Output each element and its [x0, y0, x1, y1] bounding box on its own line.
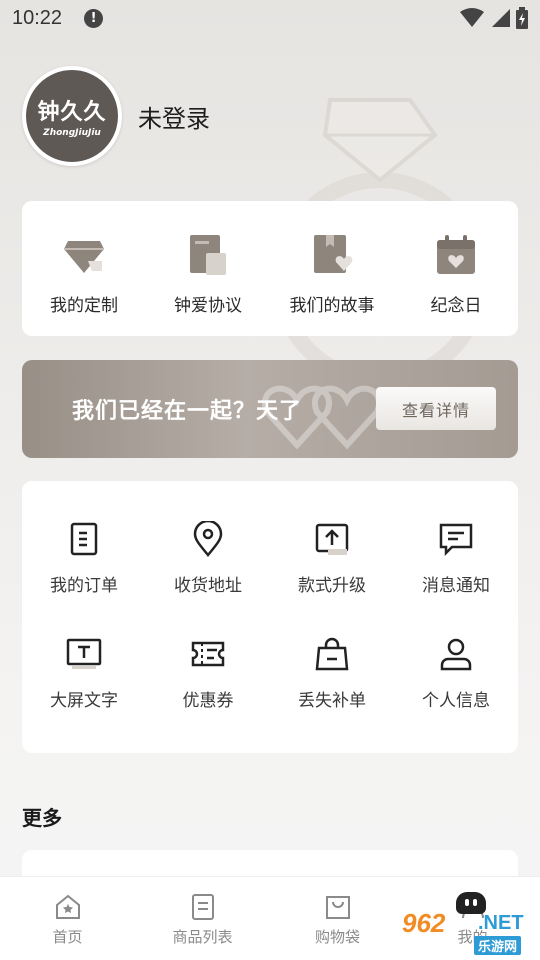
login-status[interactable]: 未登录 — [138, 99, 210, 134]
service-large-text[interactable]: 大屏文字 — [22, 636, 146, 711]
quick-links-card: 我的定制 钟爱协议 我们的故事 纪念日 — [22, 201, 518, 336]
agreement-icon — [190, 235, 226, 275]
tab-label: 商品列表 — [172, 928, 233, 946]
signal-icon — [492, 9, 510, 27]
order-icon — [70, 522, 98, 556]
watermark-sub: 乐游网 — [474, 936, 522, 955]
quick-link-anniversary[interactable]: 纪念日 — [394, 201, 518, 336]
location-pin-icon — [193, 521, 223, 557]
coupon-icon — [191, 641, 225, 667]
service-label: 个人信息 — [422, 691, 490, 711]
story-book-icon — [314, 235, 353, 273]
service-label: 丢失补单 — [298, 691, 366, 711]
upgrade-icon — [315, 523, 349, 555]
status-time: 10:22 — [12, 6, 63, 29]
tab-product-list[interactable]: 商品列表 — [135, 877, 270, 960]
service-my-orders[interactable]: 我的订单 — [22, 521, 146, 596]
service-label: 我的订单 — [50, 576, 118, 596]
quick-link-label: 我们的故事 — [289, 296, 375, 316]
service-label: 收货地址 — [174, 576, 242, 596]
profile-header[interactable]: 钟久久 ZhongJiuJiu 未登录 — [22, 66, 210, 166]
watermark-number: 962 — [402, 908, 446, 938]
tab-home[interactable]: 首页 — [0, 877, 135, 960]
tab-label: 购物袋 — [314, 928, 360, 946]
service-upgrade[interactable]: 款式升级 — [270, 521, 394, 596]
service-personal-info[interactable]: 个人信息 — [394, 636, 518, 711]
view-details-button[interactable]: 查看详情 — [376, 387, 496, 430]
quick-link-agreement[interactable]: 钟爱协议 — [146, 201, 270, 336]
avatar-brand-cn: 钟久久 — [37, 100, 107, 125]
service-label: 消息通知 — [422, 576, 490, 596]
service-label: 大屏文字 — [50, 691, 118, 711]
avatar[interactable]: 钟久久 ZhongJiuJiu — [22, 66, 122, 166]
quick-link-label: 纪念日 — [430, 296, 482, 316]
service-address[interactable]: 收货地址 — [146, 521, 270, 596]
banner-text: 我们已经在一起？天了 — [72, 399, 303, 424]
service-lost-reorder[interactable]: 丢失补单 — [270, 636, 394, 711]
status-icons — [460, 7, 528, 29]
large-text-icon — [66, 638, 102, 669]
person-icon — [440, 638, 472, 671]
site-watermark: 962 .NET 乐游网 — [398, 886, 540, 956]
anniversary-banner[interactable]: 我们已经在一起？天了 查看详情 — [22, 360, 518, 458]
list-icon — [191, 894, 214, 920]
avatar-brand-en: ZhongJiuJiu — [43, 128, 101, 138]
calendar-heart-icon — [437, 235, 475, 274]
quick-link-label: 我的定制 — [50, 296, 118, 316]
status-bar: 10:22 ! — [0, 0, 540, 36]
home-icon — [55, 894, 80, 919]
tab-label: 首页 — [52, 928, 83, 946]
quick-link-story[interactable]: 我们的故事 — [270, 201, 394, 336]
message-icon — [439, 523, 473, 557]
service-label: 优惠券 — [182, 691, 234, 711]
mascot-icon — [456, 892, 486, 914]
quick-link-custom[interactable]: 我的定制 — [22, 201, 146, 336]
tab-shopping-bag[interactable]: 购物袋 — [270, 877, 405, 960]
more-section-title: 更多 — [22, 806, 62, 830]
wifi-icon — [460, 8, 484, 27]
battery-icon — [516, 7, 528, 29]
service-coupons[interactable]: 优惠券 — [146, 636, 270, 711]
bag-icon — [325, 896, 350, 919]
service-label: 款式升级 — [298, 576, 366, 596]
alert-icon: ! — [84, 8, 104, 28]
lost-bag-icon — [315, 637, 349, 671]
services-card: 我的订单 收货地址 款式升级 消息通知 大屏文字 优惠券 丢失补单 个人信息 — [22, 481, 518, 753]
quick-link-label: 钟爱协议 — [174, 296, 242, 316]
watermark-suffix: .NET — [478, 912, 524, 934]
service-messages[interactable]: 消息通知 — [394, 521, 518, 596]
diamond-icon — [64, 241, 104, 273]
